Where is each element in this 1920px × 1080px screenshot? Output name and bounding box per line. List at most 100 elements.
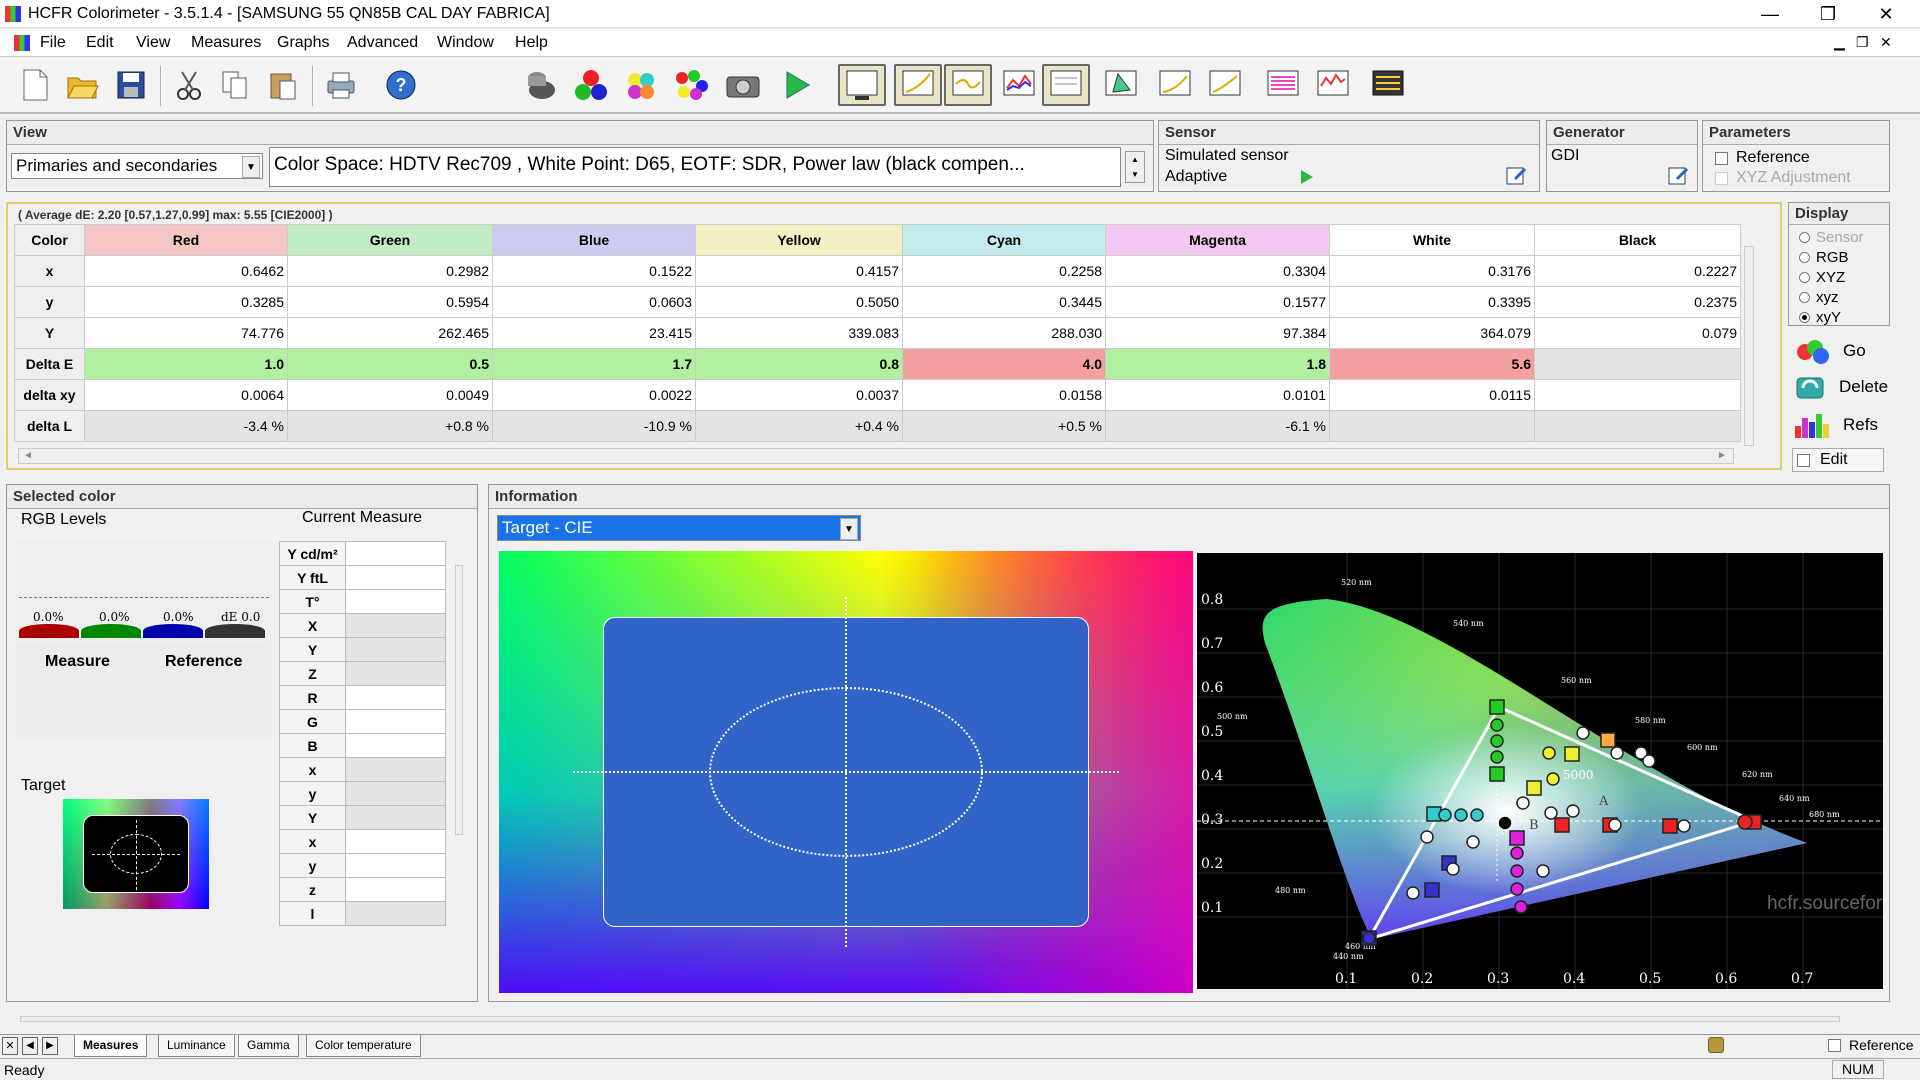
graph-view-10-icon[interactable]	[1310, 64, 1356, 106]
mdi-restore-button[interactable]: ❐	[1856, 34, 1869, 51]
menu-edit[interactable]: Edit	[86, 34, 114, 52]
table-cell[interactable]: 0.0101	[1105, 379, 1330, 411]
table-cell[interactable]: -6.1 %	[1105, 410, 1330, 442]
tab-color-temperature[interactable]: Color temperature	[306, 1035, 421, 1057]
new-file-icon[interactable]	[14, 64, 56, 106]
table-cell[interactable]: 0.2982	[287, 255, 493, 287]
mdi-minimize-button[interactable]: ▁	[1834, 34, 1845, 51]
table-cell[interactable]: 0.0022	[492, 379, 696, 411]
chevron-down-icon[interactable]: ▼	[840, 518, 858, 540]
radio-xyz-upper-circle[interactable]	[1799, 271, 1810, 283]
menu-view[interactable]: View	[136, 34, 170, 52]
graph-view-4-icon[interactable]	[996, 64, 1042, 106]
col-header-magenta[interactable]: Magenta	[1105, 224, 1330, 256]
radio-sensor-circle[interactable]	[1799, 231, 1810, 243]
graph-view-8-icon[interactable]	[1202, 64, 1248, 106]
menu-window[interactable]: Window	[437, 34, 494, 52]
measure-scrollbar[interactable]	[455, 565, 463, 835]
camera-icon[interactable]	[722, 64, 764, 106]
radio-xyz-upper[interactable]: XYZ	[1799, 267, 1889, 287]
edit-checkbox[interactable]: Edit	[1792, 448, 1884, 472]
tab-next-icon[interactable]: ▶	[42, 1037, 58, 1055]
graph-view-3-icon[interactable]	[944, 64, 992, 106]
help-icon[interactable]: ?	[380, 64, 422, 106]
table-cell[interactable]: 0.3304	[1105, 255, 1330, 287]
edit-checkbox-box[interactable]	[1797, 453, 1810, 467]
table-cell[interactable]: 0.5050	[695, 286, 903, 318]
table-cell[interactable]: 262.465	[287, 317, 493, 349]
menu-measures[interactable]: Measures	[191, 34, 261, 52]
table-cell[interactable]: 0.2258	[902, 255, 1106, 287]
table-cell[interactable]: 4.0	[902, 348, 1106, 380]
tab-prev-icon[interactable]: ◀	[22, 1037, 38, 1055]
table-cell[interactable]: 1.0	[84, 348, 288, 380]
table-cell[interactable]: +0.8 %	[287, 410, 493, 442]
table-vertical-scrollbar[interactable]	[1744, 246, 1754, 446]
radio-xyy[interactable]: xyY	[1799, 307, 1889, 327]
menu-graphs[interactable]: Graphs	[277, 34, 329, 52]
col-header-black[interactable]: Black	[1534, 224, 1741, 256]
tab-luminance[interactable]: Luminance	[158, 1035, 235, 1057]
table-cell[interactable]: 0.3285	[84, 286, 288, 318]
table-cell[interactable]: 364.079	[1329, 317, 1535, 349]
table-cell[interactable]: 0.5954	[287, 286, 493, 318]
table-cell[interactable]: 0.0115	[1329, 379, 1535, 411]
table-cell[interactable]: 288.030	[902, 317, 1106, 349]
table-cell[interactable]: 74.776	[84, 317, 288, 349]
table-cell[interactable]: 0.8	[695, 348, 903, 380]
radio-xyy-circle[interactable]	[1799, 311, 1810, 323]
paste-icon[interactable]	[262, 64, 304, 106]
table-cell[interactable]: 0.4157	[695, 255, 903, 287]
table-cell[interactable]: 0.079	[1534, 317, 1741, 349]
radio-xyz-lower[interactable]: xyz	[1799, 287, 1889, 307]
col-header-red[interactable]: Red	[84, 224, 288, 256]
tab-gamma[interactable]: Gamma	[238, 1035, 299, 1057]
table-cell[interactable]	[1534, 348, 1741, 380]
table-cell[interactable]	[1534, 410, 1741, 442]
save-icon[interactable]	[110, 64, 152, 106]
measure-all-colors-icon[interactable]	[670, 64, 712, 106]
cut-icon[interactable]	[168, 64, 210, 106]
minimize-button[interactable]: —	[1742, 0, 1798, 28]
open-folder-icon[interactable]	[62, 64, 104, 106]
table-cell[interactable]: 0.3395	[1329, 286, 1535, 318]
cie-chart-icon[interactable]	[1098, 64, 1144, 106]
table-cell[interactable]: 1.8	[1105, 348, 1330, 380]
play-icon[interactable]	[776, 64, 818, 106]
table-cell[interactable]: 97.384	[1105, 317, 1330, 349]
colorspace-field[interactable]: Color Space: HDTV Rec709 , White Point: …	[269, 147, 1121, 187]
measure-secondaries-icon[interactable]	[620, 64, 662, 106]
col-header-green[interactable]: Green	[287, 224, 493, 256]
table-cell[interactable]: +0.4 %	[695, 410, 903, 442]
view-select[interactable]: Primaries and secondaries ▼	[11, 153, 263, 179]
graph-view-11-icon[interactable]	[1364, 64, 1412, 106]
col-header-blue[interactable]: Blue	[492, 224, 696, 256]
table-cell[interactable]: 23.415	[492, 317, 696, 349]
status-reference-box[interactable]	[1828, 1038, 1841, 1052]
table-cell[interactable]: 339.083	[695, 317, 903, 349]
mdi-close-button[interactable]: ✕	[1880, 34, 1892, 51]
table-cell[interactable]: 0.2375	[1534, 286, 1741, 318]
col-header-white[interactable]: White	[1329, 224, 1535, 256]
tab-close-icon[interactable]: ✕	[2, 1037, 18, 1055]
main-horizontal-scrollbar[interactable]	[20, 1016, 1840, 1022]
table-cell[interactable]: 5.6	[1329, 348, 1535, 380]
status-reference-checkbox[interactable]: Reference	[1828, 1037, 1914, 1053]
restore-button[interactable]: ❐	[1800, 0, 1856, 28]
radio-sensor[interactable]: Sensor	[1799, 227, 1889, 247]
colorspace-spinner[interactable]: ▲ ▼	[1125, 151, 1145, 183]
table-cell[interactable]: 0.5	[287, 348, 493, 380]
copy-icon[interactable]	[214, 64, 256, 106]
go-button[interactable]: Go	[1789, 334, 1889, 368]
table-cell[interactable]: 0.6462	[84, 255, 288, 287]
probe-icon[interactable]	[520, 64, 562, 106]
table-cell[interactable]: 0.2227	[1534, 255, 1741, 287]
tab-measures[interactable]: Measures	[74, 1035, 148, 1057]
graph-view-7-icon[interactable]	[1152, 64, 1198, 106]
xyz-adjustment-checkbox[interactable]: XYZ Adjustment	[1715, 169, 1851, 187]
col-header-yellow[interactable]: Yellow	[695, 224, 903, 256]
xyz-adjustment-box[interactable]	[1715, 171, 1728, 185]
menu-help[interactable]: Help	[515, 34, 548, 52]
table-cell[interactable]: 0.0064	[84, 379, 288, 411]
graph-view-9-icon[interactable]	[1260, 64, 1306, 106]
